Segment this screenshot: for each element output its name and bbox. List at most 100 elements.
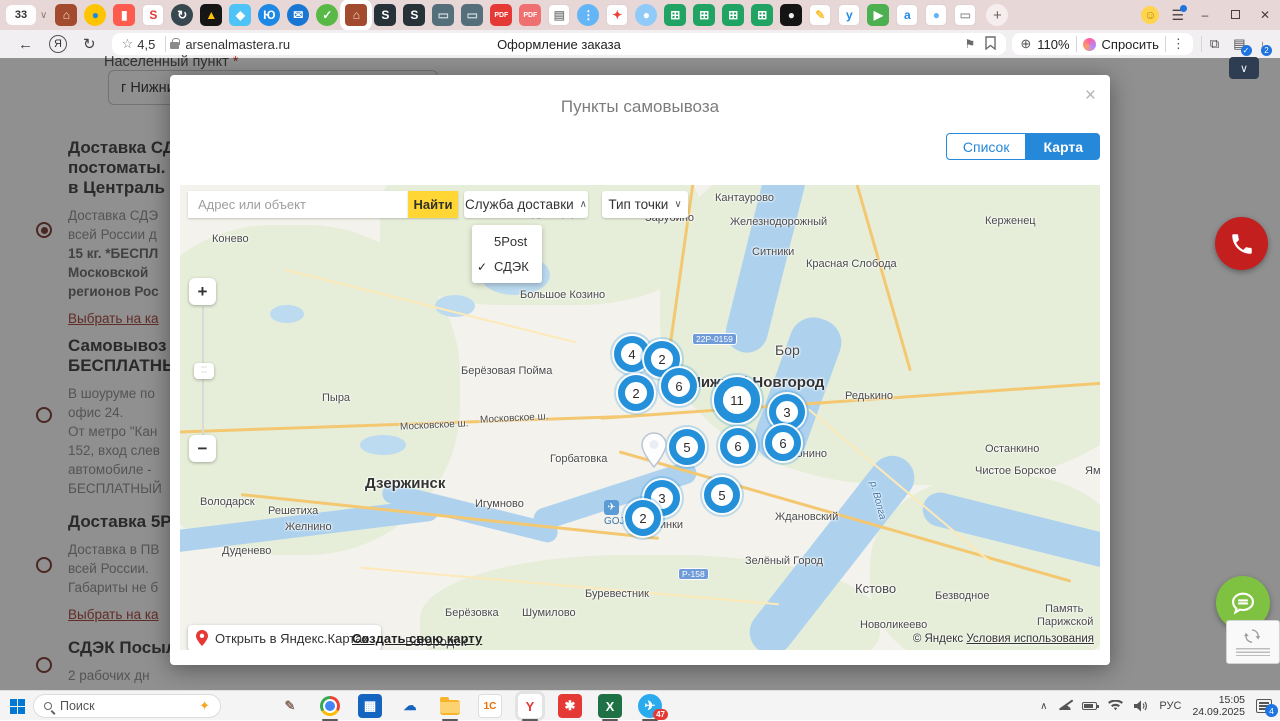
zoom-out-button[interactable]: −	[189, 435, 216, 462]
view-list-button[interactable]: Список	[946, 133, 1027, 160]
tab-green-circle[interactable]: ✓	[316, 4, 338, 26]
start-button[interactable]	[10, 699, 25, 714]
tab-camera-dark[interactable]: ●	[780, 4, 802, 26]
maximize-button[interactable]	[1226, 8, 1244, 22]
tab-colorful-star[interactable]: ✦	[606, 4, 628, 26]
tab-black-yellow-triangle[interactable]: ▲	[200, 4, 222, 26]
zoom-icon[interactable]: ⊕	[1020, 36, 1031, 52]
tab-doc-white[interactable]: ▤	[548, 4, 570, 26]
tab-doc-new[interactable]: ▭	[954, 4, 976, 26]
tab-blue-shield[interactable]: ◆	[229, 4, 251, 26]
documents-extension-icon[interactable]: ▤✓	[1233, 36, 1245, 52]
point-type-filter[interactable]: Тип точки∨	[602, 191, 688, 218]
tab-sheet-green[interactable]: ⊞	[693, 4, 715, 26]
browser-menu-icon[interactable]: ☰	[1171, 7, 1184, 24]
downloads-icon[interactable]: ↓2	[1260, 37, 1267, 52]
cluster-marker[interactable]: 5	[704, 477, 740, 513]
collapse-panel-button[interactable]: ∨	[1229, 57, 1259, 79]
battery-icon[interactable]	[1082, 702, 1097, 710]
cluster-marker[interactable]: 11	[714, 377, 760, 423]
cluster-marker[interactable]: 6	[720, 428, 756, 464]
minimize-button[interactable]: –	[1196, 8, 1214, 22]
new-tab-button[interactable]: +	[986, 4, 1008, 26]
tab-photo-dark[interactable]: ▭	[461, 4, 483, 26]
map-label: Останкино	[985, 443, 1039, 455]
taskbar-app-red-app[interactable]: ✱	[558, 694, 582, 718]
tab-active-site-roof[interactable]: ⌂	[345, 4, 367, 26]
zoom-in-button[interactable]: +	[189, 278, 216, 305]
tab-sheet-green[interactable]: ⊞	[722, 4, 744, 26]
kebab-icon[interactable]: ⋮	[1172, 36, 1185, 52]
close-icon[interactable]: ×	[1085, 85, 1096, 107]
measure-button[interactable]: ⋯⋯	[194, 363, 214, 379]
tab-y-blue[interactable]: y	[838, 4, 860, 26]
tray-chevron-icon[interactable]: ∧	[1040, 701, 1047, 712]
tab-pdf-red[interactable]: PDF	[490, 4, 512, 26]
taskbar-app-chrome[interactable]	[318, 694, 342, 718]
tab-red-card[interactable]: ▮	[113, 4, 135, 26]
taskbar-apps: ✎ ▦ ☁ 1С Y ✱ X ✈47	[278, 691, 662, 721]
mood-icon[interactable]: ☺	[1141, 6, 1159, 24]
tab-counter[interactable]: 33	[6, 5, 36, 25]
clock[interactable]: 15:05 24.09.2025	[1192, 694, 1245, 718]
language-indicator[interactable]: РУС	[1159, 700, 1181, 712]
tab-list-chevron-icon[interactable]: ∨	[40, 10, 47, 21]
cluster-marker[interactable]: 2	[625, 500, 661, 536]
cluster-marker[interactable]: 6	[765, 425, 801, 461]
taskbar-app-excel[interactable]: X	[598, 694, 622, 718]
tab-sheet-green[interactable]: ⊞	[751, 4, 773, 26]
create-map-link[interactable]: Создать свою карту	[352, 631, 482, 646]
zoom-level[interactable]: 110%	[1037, 37, 1069, 52]
taskbar-app-onedrive[interactable]: ☁	[398, 694, 422, 718]
back-icon[interactable]: ←	[18, 36, 33, 53]
cluster-marker[interactable]: 5	[669, 429, 705, 465]
taskbar-app-telegram[interactable]: ✈47	[638, 694, 662, 718]
tab-s-dark[interactable]: S	[403, 4, 425, 26]
taskbar-app-yandex-browser[interactable]: Y	[518, 694, 542, 718]
taskbar-app-calculator[interactable]: ▦	[358, 694, 382, 718]
map-label: Берёзовая Пойма	[461, 365, 552, 377]
tab-photo-dark[interactable]: ▭	[432, 4, 454, 26]
terms-link[interactable]: Условия использования	[966, 633, 1094, 645]
service-option-5post[interactable]: 5Post	[472, 229, 542, 254]
tab-pencil[interactable]: ✎	[809, 4, 831, 26]
collections-icon[interactable]: ⧉	[1210, 36, 1219, 52]
tab-blue-ring[interactable]: ●	[925, 4, 947, 26]
delivery-service-filter[interactable]: Служба доставки∧	[464, 191, 588, 218]
callback-phone-button[interactable]	[1215, 217, 1268, 270]
taskbar-app-paint[interactable]: ✎	[278, 694, 302, 718]
wifi-icon[interactable]	[1108, 700, 1123, 712]
service-option-сдэк[interactable]: ✓СДЭК	[472, 254, 542, 279]
cluster-marker[interactable]: 2	[618, 375, 654, 411]
taskbar-app-1c[interactable]: 1С	[478, 694, 502, 718]
find-button[interactable]: Найти	[408, 191, 458, 218]
tab-s-red[interactable]: S	[142, 4, 164, 26]
tab-blue-circle[interactable]: ●	[635, 4, 657, 26]
map-search-input[interactable]	[188, 191, 408, 218]
tab-pdf-light[interactable]: PDF	[519, 4, 541, 26]
tab-a-blue[interactable]: a	[896, 4, 918, 26]
tab-messenger-blue[interactable]: ✉	[287, 4, 309, 26]
yandex-services-icon[interactable]: Я	[49, 35, 67, 53]
tab-yoomoney[interactable]: Ю	[258, 4, 280, 26]
tab-s-dark[interactable]: S	[374, 4, 396, 26]
taskbar-search[interactable]: Поиск ✦	[33, 694, 221, 718]
tab-green-send[interactable]: ▶	[867, 4, 889, 26]
modal-title: Пункты самовывоза	[170, 97, 1110, 117]
tab-site-roof[interactable]: ⌂	[55, 4, 77, 26]
view-map-button[interactable]: Карта	[1026, 133, 1100, 160]
reload-icon[interactable]: ↻	[83, 35, 96, 53]
ask-button[interactable]: Спросить	[1102, 37, 1159, 52]
close-window-button[interactable]: ✕	[1256, 8, 1274, 22]
tab-circle-blue-yellow[interactable]: ●	[84, 4, 106, 26]
onedrive-paused-icon[interactable]: ☁	[1058, 698, 1071, 714]
taskbar-app-explorer[interactable]	[438, 694, 462, 718]
cluster-marker[interactable]: 6	[661, 368, 697, 404]
tab-blue-dots[interactable]: ⋮	[577, 4, 599, 26]
tab-dark-circle-arrows[interactable]: ↻	[171, 4, 193, 26]
tab-sheet-green[interactable]: ⊞	[664, 4, 686, 26]
volume-icon[interactable]	[1134, 700, 1148, 712]
map-canvas[interactable]: Коневопос. ГидроторфЗарубиноКантауровоЖе…	[180, 185, 1100, 650]
notification-center-icon[interactable]: 4	[1256, 699, 1272, 713]
url-box[interactable]: ☆ 4,5 arsenalmastera.ru Оформление заказ…	[112, 33, 1007, 55]
